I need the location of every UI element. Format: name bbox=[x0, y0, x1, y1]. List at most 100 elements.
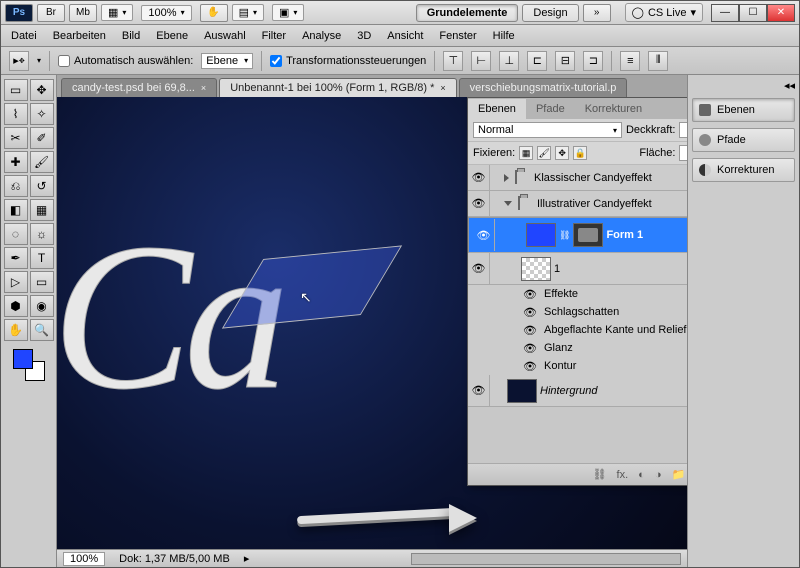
layer-name[interactable]: Hintergrund bbox=[540, 385, 687, 397]
align-hcenter-icon[interactable]: ⊟ bbox=[555, 51, 575, 71]
collapse-icon[interactable] bbox=[504, 201, 512, 206]
ps-logo-icon[interactable]: Ps bbox=[5, 4, 33, 22]
visibility-icon[interactable]: 👁 bbox=[522, 360, 538, 373]
align-left-icon[interactable]: ⊏ bbox=[527, 51, 547, 71]
minibridge-icon[interactable]: Mb bbox=[69, 4, 97, 22]
close-tab-icon[interactable]: × bbox=[201, 83, 206, 93]
lock-transparency-icon[interactable]: ▦ bbox=[519, 146, 533, 160]
menu-analyse[interactable]: Analyse bbox=[302, 30, 341, 42]
dock-pfade-button[interactable]: Pfade bbox=[692, 128, 795, 152]
layer-row[interactable]: 👁 Hintergrund 🔒 bbox=[468, 375, 687, 407]
link-icon[interactable]: ⛓ bbox=[559, 230, 570, 241]
eyedropper-tool[interactable]: ✐ bbox=[30, 127, 54, 149]
menu-filter[interactable]: Filter bbox=[262, 30, 286, 42]
layer-name[interactable]: 1 bbox=[554, 263, 687, 275]
close-button[interactable]: ✕ bbox=[767, 4, 795, 22]
minimize-button[interactable]: — bbox=[711, 4, 739, 22]
workspace-more-icon[interactable]: » bbox=[583, 4, 611, 22]
view-extras-dropdown[interactable]: ▦ bbox=[101, 4, 133, 21]
menu-ebene[interactable]: Ebene bbox=[156, 30, 188, 42]
pen-tool[interactable]: ✒ bbox=[4, 247, 28, 269]
dock-korrekturen-button[interactable]: Korrekturen bbox=[692, 158, 795, 182]
color-swatch[interactable] bbox=[13, 349, 45, 381]
layer-row-selected[interactable]: 👁 ⛓ Form 1 bbox=[468, 217, 687, 253]
menu-fenster[interactable]: Fenster bbox=[439, 30, 476, 42]
effects-header[interactable]: 👁Effekte bbox=[522, 285, 687, 303]
adjustment-icon[interactable]: ◑ bbox=[655, 469, 662, 481]
panel-tab-pfade[interactable]: Pfade bbox=[526, 99, 575, 119]
distribute-icon[interactable]: ≡ bbox=[620, 51, 640, 71]
canvas[interactable]: Ca ↖ 100% Dok: 1,37 MB/5,00 MB ▸ Ebenen bbox=[57, 97, 687, 567]
doc-tab-3[interactable]: verschiebungsmatrix-tutorial.p bbox=[459, 78, 628, 97]
hand-tool[interactable]: ✋ bbox=[4, 319, 28, 341]
type-tool[interactable]: T bbox=[30, 247, 54, 269]
move-tool-preset-icon[interactable]: ▸✥ bbox=[9, 51, 29, 71]
align-vcenter-icon[interactable]: ⊢ bbox=[471, 51, 491, 71]
scrollbar-h[interactable] bbox=[411, 553, 681, 565]
history-brush-tool[interactable]: ↺ bbox=[30, 175, 54, 197]
auto-select-type[interactable]: Ebene bbox=[201, 53, 253, 69]
stamp-tool[interactable]: ⎌ bbox=[4, 175, 28, 197]
visibility-icon[interactable]: 👁 bbox=[522, 306, 538, 319]
visibility-icon[interactable]: 👁 bbox=[473, 219, 495, 251]
align-top-icon[interactable]: ⊤ bbox=[443, 51, 463, 71]
mask-thumb[interactable] bbox=[573, 223, 603, 247]
panel-tab-korrekturen[interactable]: Korrekturen bbox=[575, 99, 652, 119]
opacity-field[interactable]: 100% bbox=[679, 122, 687, 138]
zoom-field[interactable]: 100% bbox=[63, 552, 105, 566]
layer-thumb[interactable] bbox=[521, 257, 551, 281]
maximize-button[interactable]: ☐ bbox=[739, 4, 767, 22]
effect-row[interactable]: 👁Glanz bbox=[522, 339, 687, 357]
menu-ansicht[interactable]: Ansicht bbox=[387, 30, 423, 42]
lock-all-icon[interactable]: 🔒 bbox=[573, 146, 587, 160]
crop-tool[interactable]: ✂ bbox=[4, 127, 28, 149]
auto-select-checkbox[interactable]: Automatisch auswählen: bbox=[58, 55, 193, 67]
screenmode-dropdown[interactable]: ▣ bbox=[272, 4, 304, 21]
menu-auswahl[interactable]: Auswahl bbox=[204, 30, 246, 42]
bridge-icon[interactable]: Br bbox=[37, 4, 65, 22]
move-tool[interactable]: ✥ bbox=[30, 79, 54, 101]
zoom-tool[interactable]: 🔍 bbox=[30, 319, 54, 341]
visibility-icon[interactable]: 👁 bbox=[522, 342, 538, 355]
blur-tool[interactable]: ◌ bbox=[4, 223, 28, 245]
workspace-design[interactable]: Design bbox=[522, 4, 578, 22]
effect-row[interactable]: 👁Schlagschatten bbox=[522, 303, 687, 321]
transform-controls-checkbox[interactable]: Transformationssteuerungen bbox=[270, 55, 426, 67]
visibility-icon[interactable]: 👁 bbox=[522, 288, 538, 301]
wand-tool[interactable]: ✧ bbox=[30, 103, 54, 125]
3dcamera-tool[interactable]: ◉ bbox=[30, 295, 54, 317]
path-select-tool[interactable]: ▷ bbox=[4, 271, 28, 293]
brush-tool[interactable]: 🖌 bbox=[30, 151, 54, 173]
distribute2-icon[interactable]: ⫴ bbox=[648, 51, 668, 71]
visibility-icon[interactable]: 👁 bbox=[468, 191, 490, 216]
hand-tool-icon[interactable]: ✋ bbox=[200, 4, 228, 22]
doc-tab-1[interactable]: candy-test.psd bei 69,8...× bbox=[61, 78, 217, 97]
menu-bearbeiten[interactable]: Bearbeiten bbox=[53, 30, 106, 42]
new-group-icon[interactable]: 📁 bbox=[671, 468, 685, 481]
cslive-button[interactable]: ◯ CS Live ▾ bbox=[625, 3, 703, 22]
layer-thumb[interactable] bbox=[507, 379, 537, 403]
doc-info-dropdown-icon[interactable]: ▸ bbox=[244, 552, 250, 565]
layers-panel[interactable]: Ebenen Pfade Korrekturen ▸▸ ≡ Normal Dec… bbox=[467, 97, 687, 486]
3d-tool[interactable]: ⬢ bbox=[4, 295, 28, 317]
panel-tab-ebenen[interactable]: Ebenen bbox=[468, 99, 526, 119]
blend-mode-select[interactable]: Normal bbox=[473, 122, 622, 138]
menu-3d[interactable]: 3D bbox=[357, 30, 371, 42]
layer-name[interactable]: Klassischer Candyeffekt bbox=[534, 172, 687, 184]
lock-position-icon[interactable]: ✥ bbox=[555, 146, 569, 160]
effect-row[interactable]: 👁Abgeflachte Kante und Relief bbox=[522, 321, 687, 339]
arrange-dropdown[interactable]: ▤ bbox=[232, 4, 264, 21]
lasso-tool[interactable]: ⌇ bbox=[4, 103, 28, 125]
workspace-grundelemente[interactable]: Grundelemente bbox=[416, 4, 519, 22]
heal-tool[interactable]: ✚ bbox=[4, 151, 28, 173]
dock-ebenen-button[interactable]: Ebenen bbox=[692, 98, 795, 122]
effect-row[interactable]: 👁Kontur bbox=[522, 357, 687, 375]
layer-name[interactable]: Form 1 bbox=[606, 229, 687, 241]
lock-pixels-icon[interactable]: 🖌 bbox=[537, 146, 551, 160]
gradient-tool[interactable]: ▦ bbox=[30, 199, 54, 221]
layer-thumb[interactable] bbox=[526, 223, 556, 247]
marquee-tool[interactable]: ▭ bbox=[4, 79, 28, 101]
collapse-dock-icon[interactable]: ◂◂ bbox=[784, 79, 795, 92]
visibility-icon[interactable]: 👁 bbox=[468, 253, 490, 284]
zoom-dropdown[interactable]: 100% bbox=[141, 5, 191, 21]
